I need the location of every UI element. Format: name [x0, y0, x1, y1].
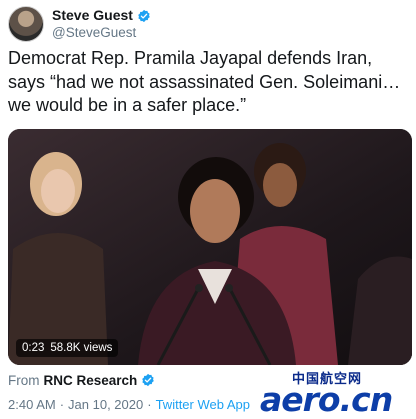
author-names: Steve Guest @SteveGuest — [52, 7, 151, 41]
source-attribution: From RNC Research — [8, 371, 155, 389]
video-frame — [8, 129, 412, 365]
watermark-logo-text: aero.cn — [260, 380, 393, 419]
aero-cn-watermark: 中国航空网 aero.cn — [258, 367, 414, 419]
tweet-time[interactable]: 2:40 AM — [8, 397, 56, 412]
microphone-head-left — [195, 284, 203, 292]
author-name-row[interactable]: Steve Guest — [52, 7, 151, 24]
verified-badge-icon — [138, 9, 150, 22]
right-person-face — [263, 163, 297, 207]
author-display-name[interactable]: Steve Guest — [52, 7, 133, 24]
meta-separator: · — [59, 397, 65, 412]
video-views: 58.8K views — [50, 342, 113, 354]
center-person-face — [190, 179, 240, 243]
tweet-date[interactable]: Jan 10, 2020 — [68, 397, 143, 412]
video-duration: 0:23 — [22, 342, 45, 354]
author-handle[interactable]: @SteveGuest — [52, 24, 151, 41]
tweet-meta: 2:40 AM · Jan 10, 2020 · Twitter Web App — [8, 397, 250, 412]
tweet-header: Steve Guest @SteveGuest — [8, 6, 151, 42]
author-avatar[interactable] — [8, 6, 44, 42]
from-label: From — [8, 372, 40, 388]
microphone-head-right — [225, 284, 233, 292]
tweet-text: Democrat Rep. Pramila Jayapal defends Ir… — [8, 48, 401, 115]
video-player[interactable]: 0:23 58.8K views — [8, 129, 412, 365]
source-name[interactable]: RNC Research — [44, 373, 138, 388]
source-verified-badge-icon — [142, 373, 155, 387]
meta-separator: · — [147, 397, 152, 412]
left-person-face — [41, 169, 75, 213]
video-overlay: 0:23 58.8K views — [16, 339, 119, 357]
tweet-source-app[interactable]: Twitter Web App — [156, 397, 250, 412]
